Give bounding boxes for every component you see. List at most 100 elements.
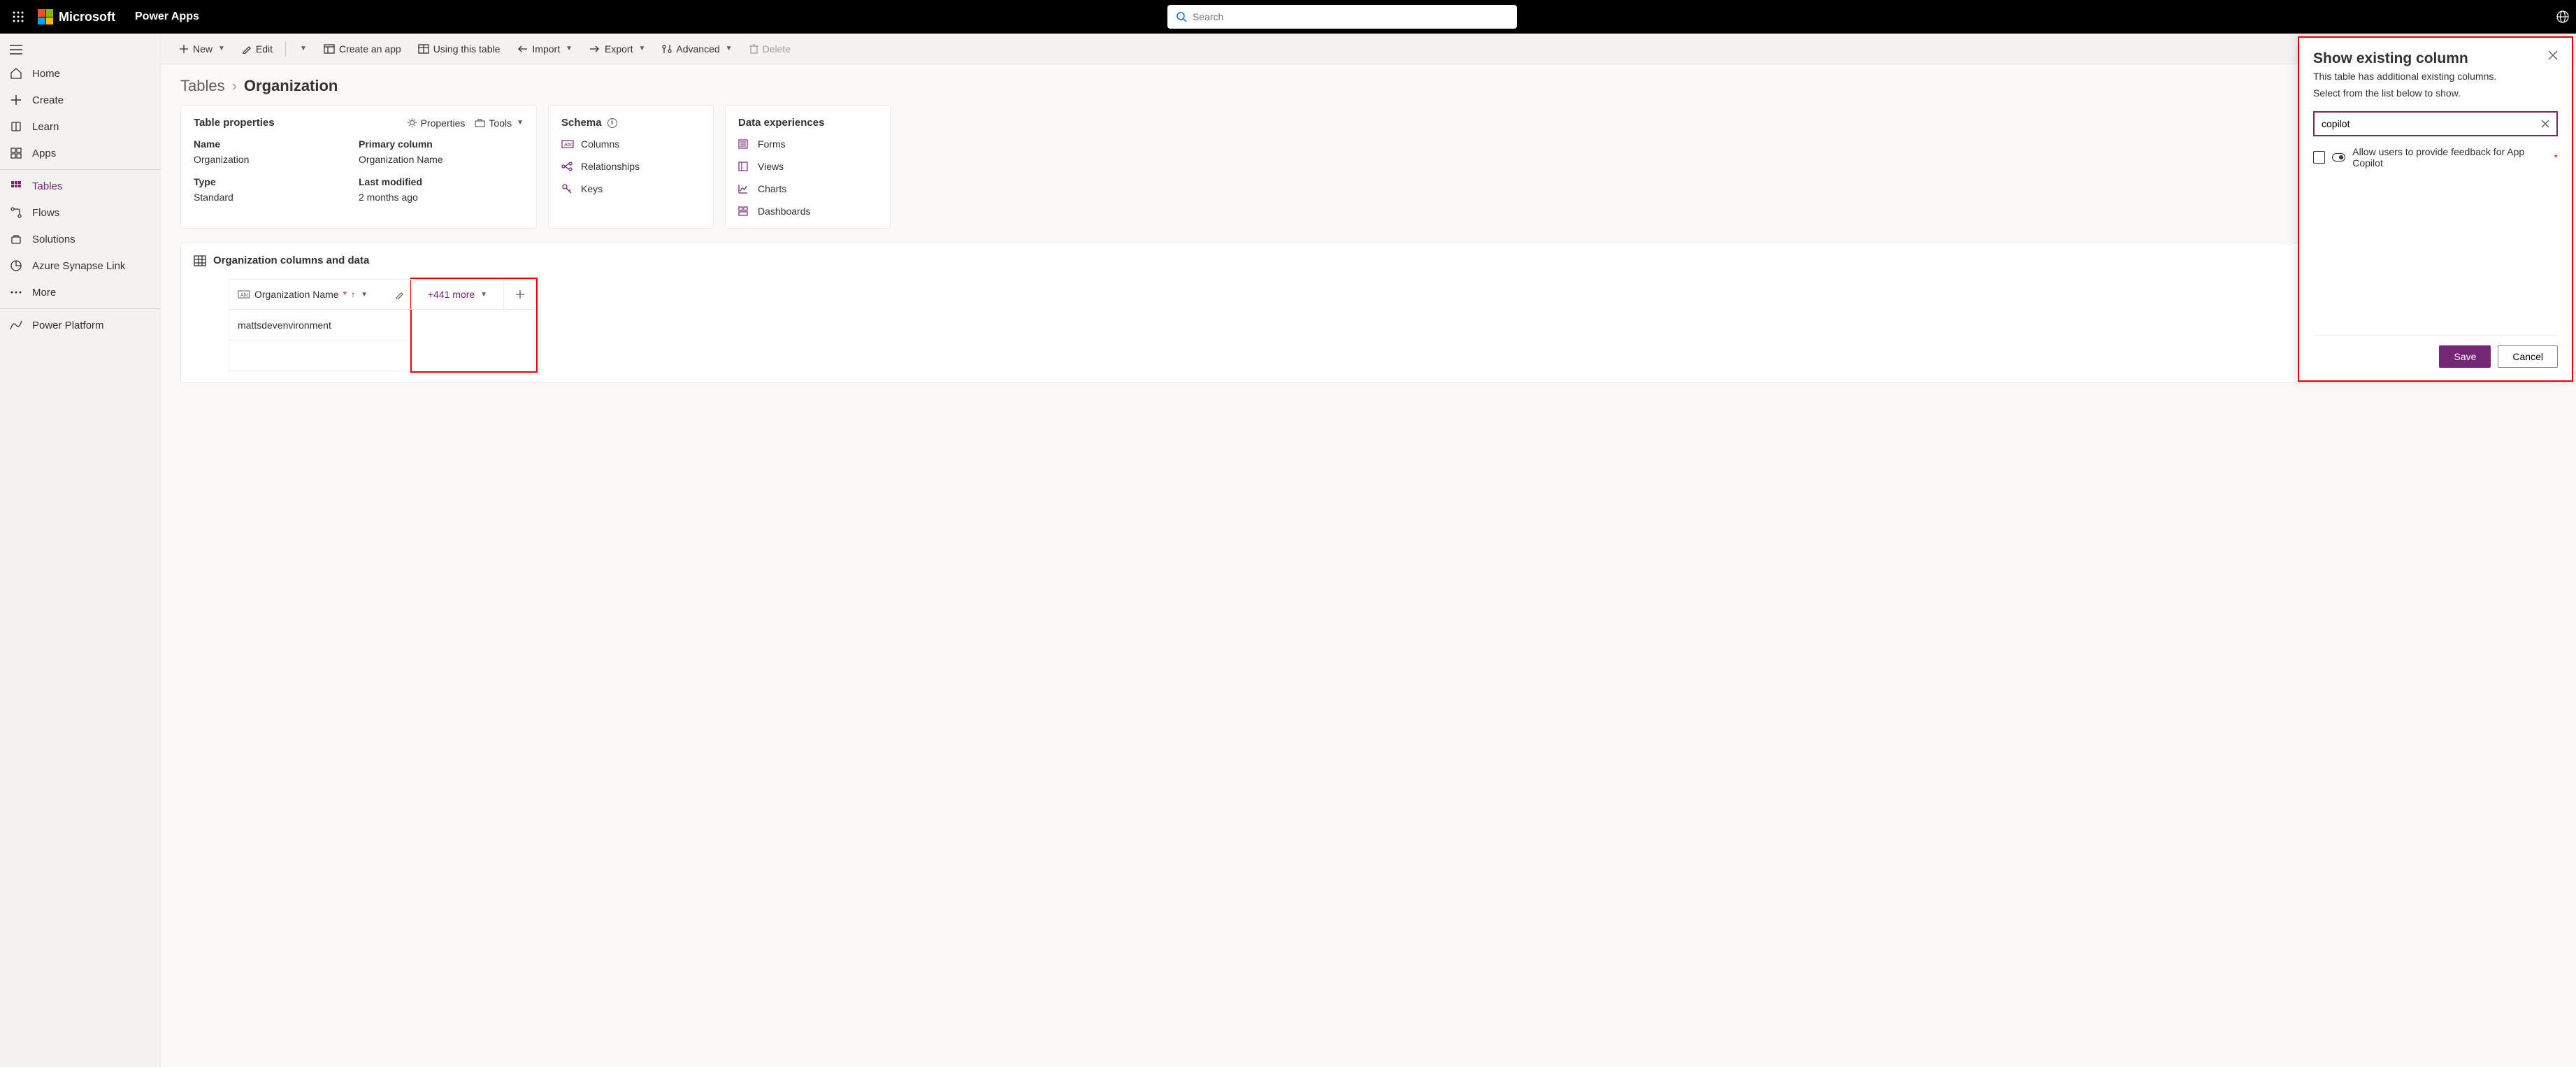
card-title: Table properties <box>194 117 275 129</box>
waffle-icon[interactable] <box>7 6 29 28</box>
sidebar-item-tables[interactable]: Tables <box>0 173 160 199</box>
panel-search-input[interactable] <box>2322 118 2541 129</box>
section-title: Organization columns and data <box>213 255 369 266</box>
cmd-new[interactable]: New▼ <box>172 39 232 59</box>
gear-icon <box>407 117 417 128</box>
highlighted-columns-area: +441 more ▼ <box>410 278 538 373</box>
close-icon[interactable] <box>2548 50 2558 60</box>
cmd-using-table[interactable]: Using this table <box>411 39 508 59</box>
main-content: New▼ Edit ▼ Create an app Using this tab… <box>161 34 2576 1067</box>
sidebar-item-solutions[interactable]: Solutions <box>0 226 160 252</box>
data-charts[interactable]: Charts <box>738 183 877 194</box>
table-cell[interactable]: mattsdevenvironment <box>229 310 412 341</box>
info-icon[interactable]: i <box>607 118 617 128</box>
cmd-advanced[interactable]: Advanced▼ <box>655 39 739 59</box>
svg-text:Abc: Abc <box>564 143 573 148</box>
sidebar-item-flows[interactable]: Flows <box>0 199 160 226</box>
sidebar-item-label: Power Platform <box>32 320 104 331</box>
panel-search-box[interactable] <box>2313 111 2558 136</box>
checkbox[interactable] <box>2313 151 2325 164</box>
search-input[interactable] <box>1193 11 1509 22</box>
breadcrumb-current: Organization <box>244 77 338 95</box>
solution-icon <box>10 233 22 245</box>
column-option-row[interactable]: Allow users to provide feedback for App … <box>2313 146 2558 169</box>
cmd-export[interactable]: Export▼ <box>582 39 652 59</box>
microsoft-squares-icon <box>38 9 53 24</box>
dashboard-icon <box>738 206 751 216</box>
app-name: Power Apps <box>135 10 199 23</box>
prop-value-name: Organization <box>194 154 359 165</box>
sidebar: Home Create Learn Apps Tables Flows Solu… <box>0 34 161 1067</box>
home-icon <box>10 67 22 80</box>
data-forms[interactable]: Forms <box>738 138 877 150</box>
breadcrumb-root[interactable]: Tables <box>180 77 225 95</box>
table-cell-empty[interactable] <box>229 341 412 371</box>
sidebar-item-label: Create <box>32 94 64 106</box>
save-button[interactable]: Save <box>2439 345 2491 368</box>
relationships-icon <box>561 162 574 171</box>
columns-icon: Abc <box>561 140 574 148</box>
svg-text:Abc: Abc <box>240 293 250 298</box>
breadcrumb: Tables › Organization <box>161 64 2576 105</box>
more-icon <box>10 286 22 299</box>
schema-relationships[interactable]: Relationships <box>561 161 700 172</box>
import-icon <box>517 45 528 53</box>
more-columns-button[interactable]: +441 more ▼ <box>412 279 504 310</box>
export-icon <box>589 45 600 53</box>
clear-icon[interactable] <box>2541 120 2549 128</box>
view-icon <box>738 162 751 171</box>
sidebar-item-label: Azure Synapse Link <box>32 260 125 272</box>
chevron-down-icon: ▼ <box>638 45 645 52</box>
prop-value-lastmod: 2 months ago <box>359 192 524 203</box>
cmd-create-app[interactable]: Create an app <box>317 39 408 59</box>
schema-card: Schema i Abc Columns Relationships <box>548 105 714 229</box>
cancel-button[interactable]: Cancel <box>2498 345 2558 368</box>
table-icon <box>194 255 206 266</box>
search-icon <box>1176 11 1187 22</box>
sidebar-item-create[interactable]: Create <box>0 87 160 113</box>
sidebar-item-apps[interactable]: Apps <box>0 140 160 166</box>
sliders-icon <box>662 44 672 54</box>
schema-columns[interactable]: Abc Columns <box>561 138 700 150</box>
hamburger-icon[interactable] <box>0 39 160 60</box>
schema-keys[interactable]: Keys <box>561 183 700 194</box>
power-platform-icon <box>10 319 22 331</box>
option-label: Allow users to provide feedback for App … <box>2352 146 2547 169</box>
globe-icon[interactable] <box>2556 10 2569 23</box>
sidebar-item-label: Flows <box>32 207 59 219</box>
sidebar-item-home[interactable]: Home <box>0 60 160 87</box>
data-experiences-card: Data experiences Forms Views Charts <box>725 105 891 229</box>
sidebar-item-learn[interactable]: Learn <box>0 113 160 140</box>
apps-icon <box>10 147 22 159</box>
chevron-right-icon: › <box>232 77 237 95</box>
prop-value-type: Standard <box>194 192 359 203</box>
data-dashboards[interactable]: Dashboards <box>738 206 877 217</box>
tools-action[interactable]: Tools ▼ <box>475 117 524 129</box>
column-header-org-name[interactable]: Abc Organization Name * ↑ ▼ <box>229 279 412 310</box>
cmd-delete[interactable]: Delete <box>742 39 798 59</box>
toolbox-icon <box>475 118 485 127</box>
add-column-button[interactable] <box>504 279 536 310</box>
sidebar-item-synapse[interactable]: Azure Synapse Link <box>0 252 160 279</box>
prop-label-name: Name <box>194 138 359 150</box>
cmd-edit[interactable]: Edit <box>235 39 280 59</box>
chevron-down-icon: ▼ <box>218 45 225 52</box>
show-existing-column-panel: Show existing column This table has addi… <box>2298 36 2573 382</box>
global-header: Microsoft Power Apps <box>0 0 2576 34</box>
search-box[interactable] <box>1167 5 1517 29</box>
sidebar-item-power-platform[interactable]: Power Platform <box>0 312 160 338</box>
microsoft-logo: Microsoft <box>38 9 115 24</box>
panel-title: Show existing column <box>2313 50 2468 67</box>
data-views[interactable]: Views <box>738 161 877 172</box>
grid-icon <box>10 180 22 192</box>
cmd-edit-dropdown[interactable]: ▼ <box>292 41 314 57</box>
properties-action[interactable]: Properties <box>407 117 466 129</box>
pencil-icon <box>242 44 252 54</box>
cmd-import[interactable]: Import▼ <box>510 39 580 59</box>
panel-desc-2: Select from the list below to show. <box>2313 87 2558 101</box>
prop-label-type: Type <box>194 176 359 187</box>
pencil-icon[interactable] <box>395 290 404 299</box>
brand-text: Microsoft <box>59 10 115 24</box>
sidebar-item-more[interactable]: More <box>0 279 160 306</box>
panel-desc-1: This table has additional existing colum… <box>2313 70 2558 84</box>
